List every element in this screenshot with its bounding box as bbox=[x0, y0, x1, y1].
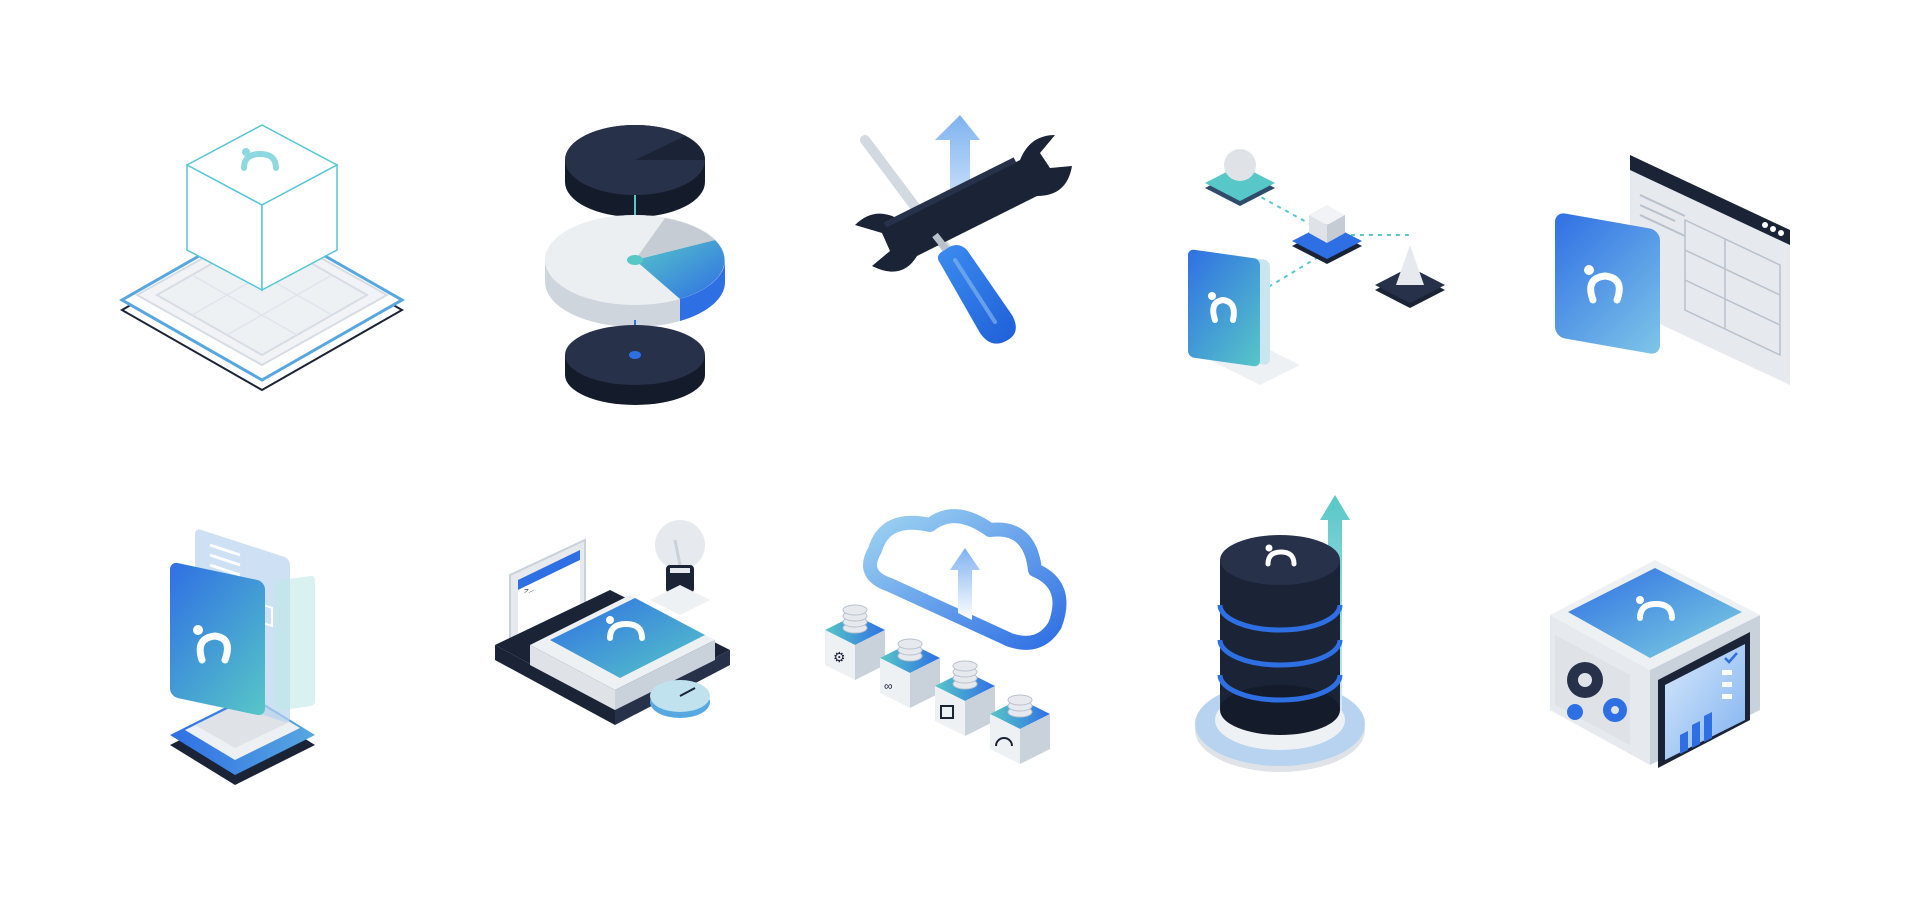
cloud-upload-coins-icon: ⚙ ∞ bbox=[815, 509, 1115, 810]
laptop-toolbox-lightbulb-icon: >_ bbox=[490, 510, 790, 810]
gear-icon: ⚙ bbox=[833, 649, 846, 665]
app-window-logo-icon bbox=[1545, 110, 1845, 410]
icon-illustration-sheet: >_ ⚙ ∞ bbox=[0, 0, 1920, 918]
wrench-screwdriver-upload-icon bbox=[815, 110, 1115, 410]
shape-flow-logo-icon bbox=[1160, 110, 1460, 410]
pie-chart-stack-icon bbox=[485, 110, 785, 410]
server-box-gears-chart-icon bbox=[1540, 520, 1840, 820]
wireframe-cube-platform-icon bbox=[112, 110, 412, 410]
infinity-icon: ∞ bbox=[884, 679, 893, 693]
document-stack-logo-icon bbox=[140, 490, 440, 790]
database-growth-arrow-icon bbox=[1190, 490, 1490, 790]
